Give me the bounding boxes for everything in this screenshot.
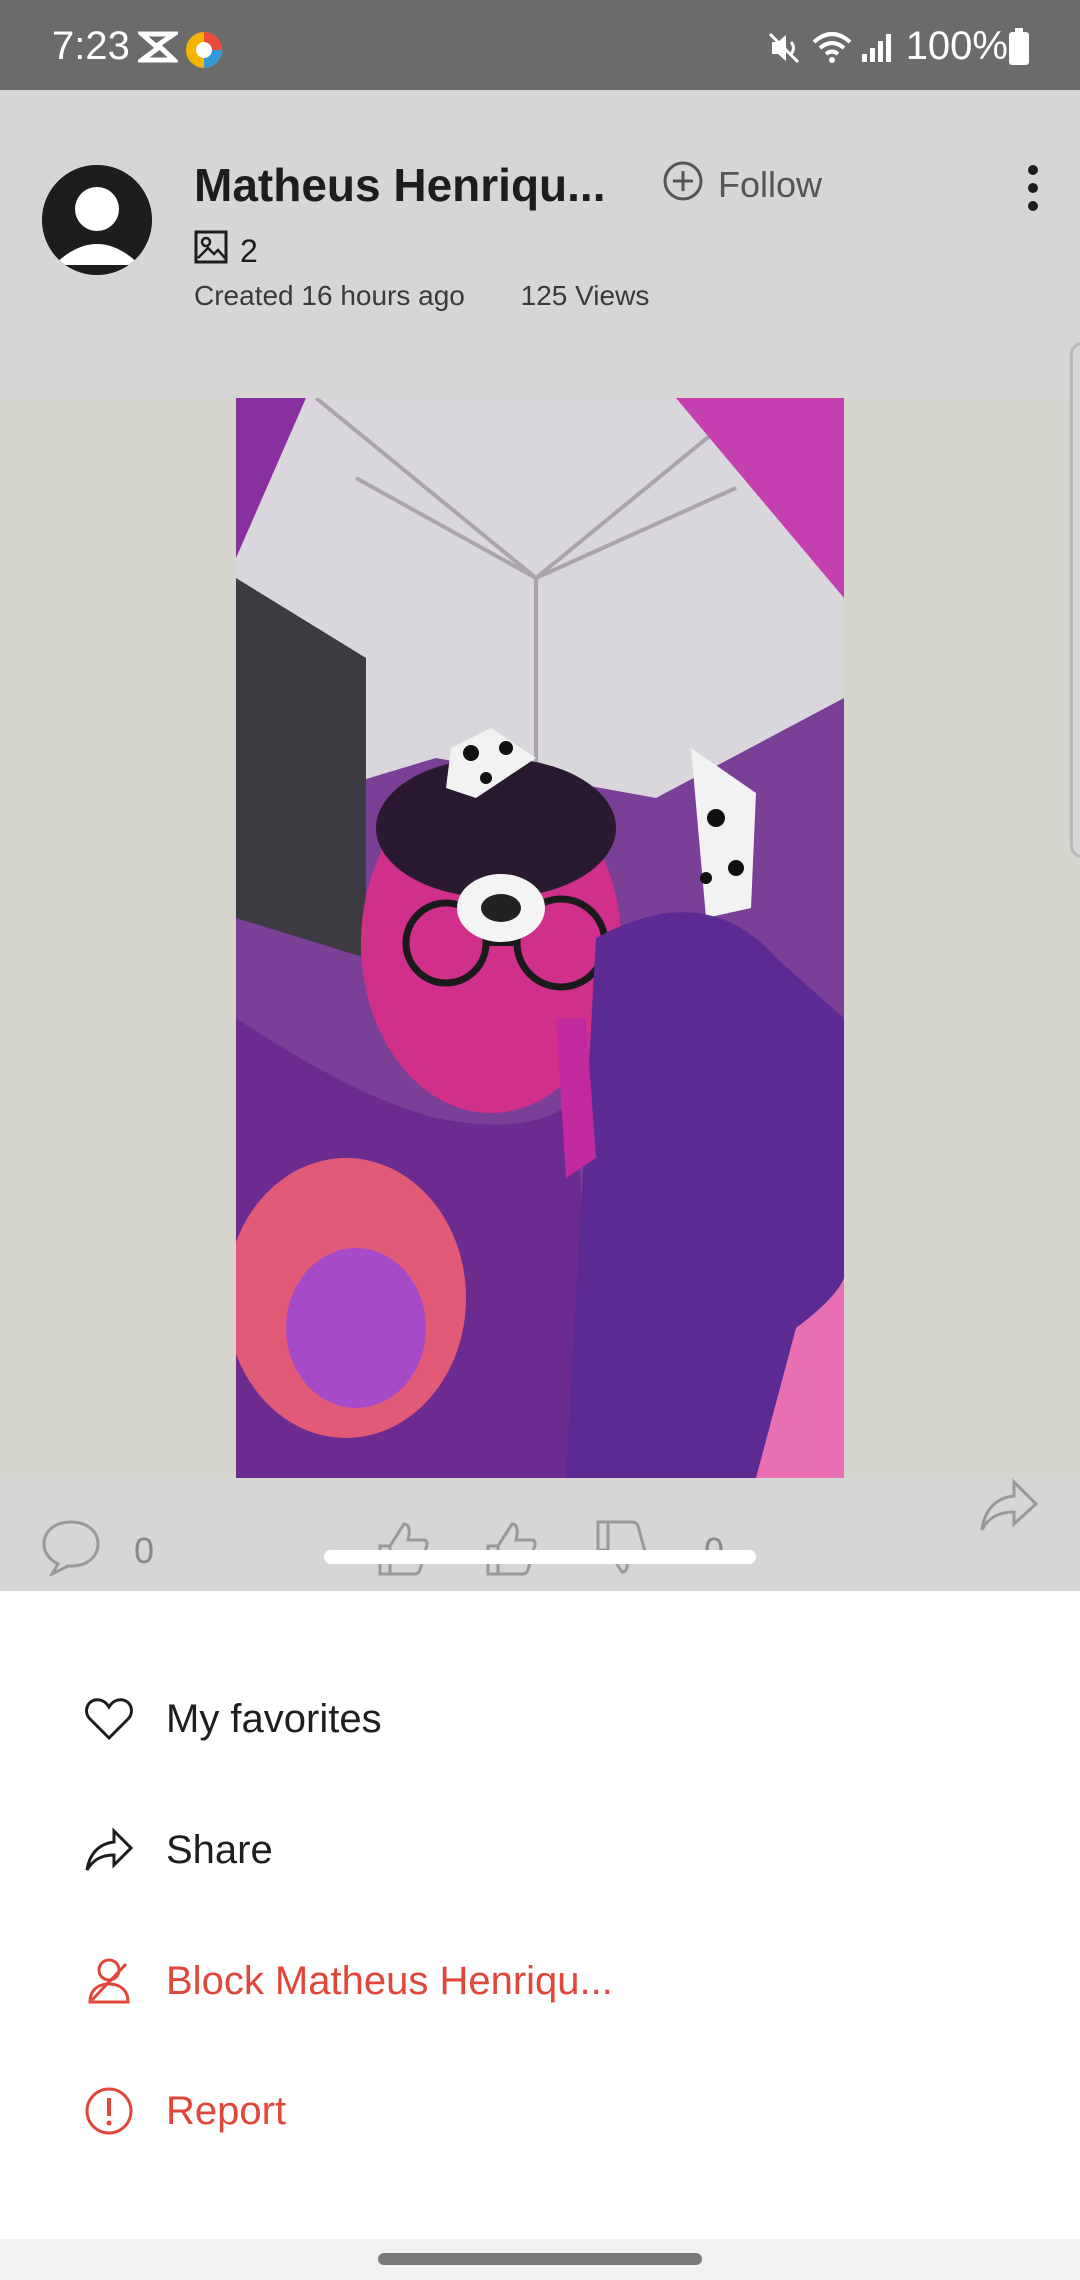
home-indicator[interactable] (378, 2253, 702, 2265)
app-logo-icon (184, 30, 224, 75)
image-count: 2 (194, 230, 258, 272)
sheet-drag-handle[interactable] (324, 1550, 756, 1564)
menu-item-share[interactable]: Share (84, 1810, 273, 1890)
menu-item-favorites[interactable]: My favorites (84, 1679, 382, 1759)
menu-item-block[interactable]: Block Matheus Henriqu... (84, 1941, 613, 2021)
reaction-bar: 0 0 (0, 1478, 1080, 1591)
image-gallery-icon (194, 230, 240, 272)
image-count-value: 2 (240, 232, 258, 269)
system-nav-bar (0, 2239, 1080, 2280)
more-options-icon[interactable] (1018, 158, 1048, 218)
capcut-icon (134, 30, 183, 69)
menu-item-report[interactable]: Report (84, 2071, 286, 2151)
share-icon (84, 1825, 134, 1875)
post-photo[interactable] (236, 398, 844, 1478)
post-header: Matheus Henriqu... Follow 2 Created 16 h… (0, 90, 1080, 398)
status-bar: 7:23 100% (0, 0, 1080, 90)
follow-label: Follow (718, 164, 823, 205)
mute-icon (766, 30, 802, 71)
status-time: 7:23 (52, 24, 130, 68)
menu-label-favorites: My favorites (166, 1696, 382, 1741)
wifi-icon (812, 30, 852, 71)
heart-icon (84, 1694, 134, 1744)
share-arrow-icon[interactable] (978, 1478, 1040, 1539)
media-area (0, 398, 1080, 1478)
post-meta: Created 16 hours ago 125 Views (194, 280, 649, 312)
signal-icon (860, 30, 896, 69)
options-sheet: My favorites Share Block Matheus Henriqu… (0, 1591, 1080, 2239)
follow-button[interactable]: Follow (662, 160, 822, 210)
menu-label-block: Block Matheus Henriqu... (166, 1958, 613, 2003)
avatar[interactable] (42, 165, 152, 275)
plus-circle-icon (662, 160, 718, 211)
alert-circle-icon (84, 2086, 134, 2136)
comment-icon[interactable] (40, 1518, 102, 1581)
comment-count: 0 (134, 1530, 155, 1571)
view-count: 125 Views (520, 280, 650, 311)
block-user-icon (84, 1956, 134, 2006)
menu-label-report: Report (166, 2088, 287, 2133)
battery-icon (1008, 28, 1030, 71)
author-name[interactable]: Matheus Henriqu... (194, 158, 605, 212)
scroll-handle[interactable] (1070, 342, 1080, 858)
created-time: Created 16 hours ago (194, 280, 465, 311)
menu-label-share: Share (166, 1827, 273, 1872)
battery-percent: 100% (905, 24, 1008, 68)
